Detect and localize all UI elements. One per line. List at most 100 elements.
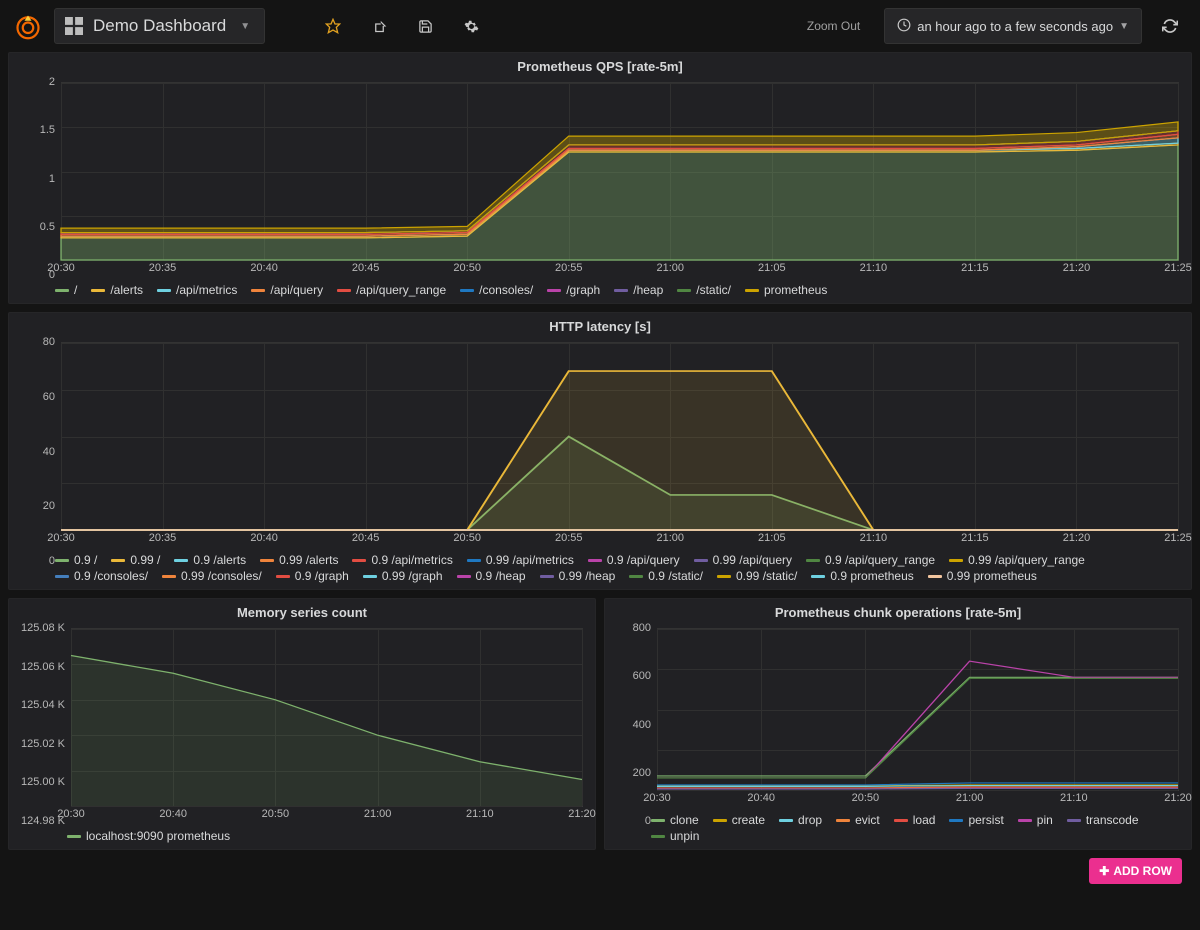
save-icon[interactable]	[407, 8, 443, 44]
refresh-icon[interactable]	[1152, 8, 1188, 44]
legend-item[interactable]: create	[713, 813, 765, 827]
legend-label: 0.99 /graph	[382, 569, 443, 583]
time-range-label: an hour ago to a few seconds ago	[917, 19, 1113, 34]
x-tick: 20:55	[555, 262, 583, 274]
share-icon[interactable]	[361, 8, 397, 44]
gear-icon[interactable]	[453, 8, 489, 44]
y-tick: 0.5	[15, 221, 55, 233]
y-tick: 80	[15, 336, 55, 348]
legend-item[interactable]: 0.99 /api/metrics	[467, 553, 574, 567]
legend-item[interactable]: 0.9 /	[55, 553, 97, 567]
legend-item[interactable]: clone	[651, 813, 699, 827]
legend-label: 0.99 /alerts	[279, 553, 338, 567]
legend: localhost:9090 prometheus	[9, 825, 595, 849]
legend-item[interactable]: 0.99 /api/query	[694, 553, 792, 567]
legend-item[interactable]: persist	[949, 813, 1003, 827]
legend-item[interactable]: 0.99 /consoles/	[162, 569, 262, 583]
legend-swatch	[55, 559, 69, 562]
panel-http-latency[interactable]: HTTP latency [s] 20:3020:3520:4020:4520:…	[8, 312, 1192, 590]
legend-label: 0.99 /static/	[736, 569, 797, 583]
x-tick: 20:50	[453, 262, 481, 274]
x-tick: 21:00	[956, 792, 984, 804]
x-tick: 21:20	[1164, 792, 1192, 804]
legend-swatch	[694, 559, 708, 562]
legend-label: 0.99 /api/metrics	[486, 553, 574, 567]
legend-item[interactable]: 0.9 /graph	[276, 569, 349, 583]
plot-area[interactable]: 20:3020:4020:5021:0021:1021:20	[71, 628, 583, 807]
legend-label: persist	[968, 813, 1003, 827]
legend-label: clone	[670, 813, 699, 827]
legend-item[interactable]: /graph	[547, 283, 600, 297]
legend-item[interactable]: 0.9 prometheus	[811, 569, 913, 583]
legend-item[interactable]: 0.99 /api/query_range	[949, 553, 1085, 567]
plot-area[interactable]: 20:3020:3520:4020:4520:5020:5521:0021:05…	[61, 82, 1179, 261]
legend-item[interactable]: 0.99 /	[111, 553, 160, 567]
legend-label: load	[913, 813, 936, 827]
panel-memory-series[interactable]: Memory series count 20:3020:4020:5021:00…	[8, 598, 596, 850]
legend-item[interactable]: 0.9 /api/metrics	[352, 553, 452, 567]
plot-area[interactable]: 20:3020:4020:5021:0021:1021:20	[657, 628, 1179, 791]
legend-swatch	[91, 289, 105, 292]
y-tick: 400	[611, 719, 651, 731]
legend-item[interactable]: /heap	[614, 283, 663, 297]
dashboard-name: Demo Dashboard	[93, 16, 226, 36]
y-tick: 0	[15, 269, 55, 281]
legend-item[interactable]: 0.9 /alerts	[174, 553, 246, 567]
legend-item[interactable]: /consoles/	[460, 283, 533, 297]
legend-item[interactable]: 0.9 /static/	[629, 569, 703, 583]
legend-item[interactable]: 0.9 /api/query	[588, 553, 680, 567]
legend-swatch	[55, 575, 69, 578]
legend-item[interactable]: 0.99 /alerts	[260, 553, 338, 567]
plus-icon: ✚	[1099, 864, 1109, 878]
legend-item[interactable]: 0.99 prometheus	[928, 569, 1037, 583]
legend-item[interactable]: drop	[779, 813, 822, 827]
legend-swatch	[811, 575, 825, 578]
plot-area[interactable]: 20:3020:3520:4020:4520:5020:5521:0021:05…	[61, 342, 1179, 531]
time-range-picker[interactable]: an hour ago to a few seconds ago ▼	[884, 8, 1142, 44]
legend-item[interactable]: /api/metrics	[157, 283, 237, 297]
legend-label: 0.9 /heap	[476, 569, 526, 583]
x-tick: 20:45	[352, 532, 380, 544]
legend-item[interactable]: localhost:9090 prometheus	[67, 829, 230, 843]
legend-label: evict	[855, 813, 880, 827]
legend-item[interactable]: /api/query_range	[337, 283, 446, 297]
y-tick: 125.06 K	[15, 661, 65, 673]
legend-item[interactable]: 0.9 /api/query_range	[806, 553, 935, 567]
x-tick: 21:20	[568, 808, 596, 820]
x-tick: 20:35	[149, 262, 177, 274]
legend-item[interactable]: 0.9 /consoles/	[55, 569, 148, 583]
panel-chunk-operations[interactable]: Prometheus chunk operations [rate-5m] 20…	[604, 598, 1192, 850]
legend-swatch	[55, 289, 69, 292]
zoom-out-button[interactable]: Zoom Out	[793, 19, 874, 33]
dashboard-picker[interactable]: Demo Dashboard ▼	[54, 8, 265, 44]
legend-item[interactable]: prometheus	[745, 283, 827, 297]
legend-item[interactable]: load	[894, 813, 936, 827]
legend-item[interactable]: transcode	[1067, 813, 1139, 827]
legend-item[interactable]: /alerts	[91, 283, 143, 297]
star-icon[interactable]	[315, 8, 351, 44]
legend-label: /graph	[566, 283, 600, 297]
panel-prometheus-qps[interactable]: Prometheus QPS [rate-5m] 20:3020:3520:40…	[8, 52, 1192, 304]
legend-item[interactable]: /api/query	[251, 283, 323, 297]
x-tick: 20:35	[149, 532, 177, 544]
x-tick: 21:25	[1164, 532, 1192, 544]
legend-item[interactable]: unpin	[651, 829, 699, 843]
legend-item[interactable]: 0.99 /heap	[540, 569, 616, 583]
add-row-button[interactable]: ✚ ADD ROW	[1089, 858, 1182, 884]
legend-swatch	[460, 289, 474, 292]
legend-label: 0.9 /api/query_range	[825, 553, 935, 567]
x-tick: 21:10	[466, 808, 494, 820]
legend-item[interactable]: /	[55, 283, 77, 297]
legend-item[interactable]: 0.99 /graph	[363, 569, 443, 583]
legend-item[interactable]: pin	[1018, 813, 1053, 827]
grafana-logo-icon[interactable]	[12, 10, 44, 42]
x-tick: 21:15	[961, 262, 989, 274]
topnav: Demo Dashboard ▼ Zoom Out an hour ago to…	[0, 0, 1200, 52]
x-tick: 20:50	[262, 808, 290, 820]
y-tick: 124.98 K	[15, 815, 65, 827]
legend-item[interactable]: evict	[836, 813, 880, 827]
legend-item[interactable]: /static/	[677, 283, 731, 297]
legend-item[interactable]: 0.9 /heap	[457, 569, 526, 583]
legend-swatch	[1018, 819, 1032, 822]
legend-item[interactable]: 0.99 /static/	[717, 569, 797, 583]
